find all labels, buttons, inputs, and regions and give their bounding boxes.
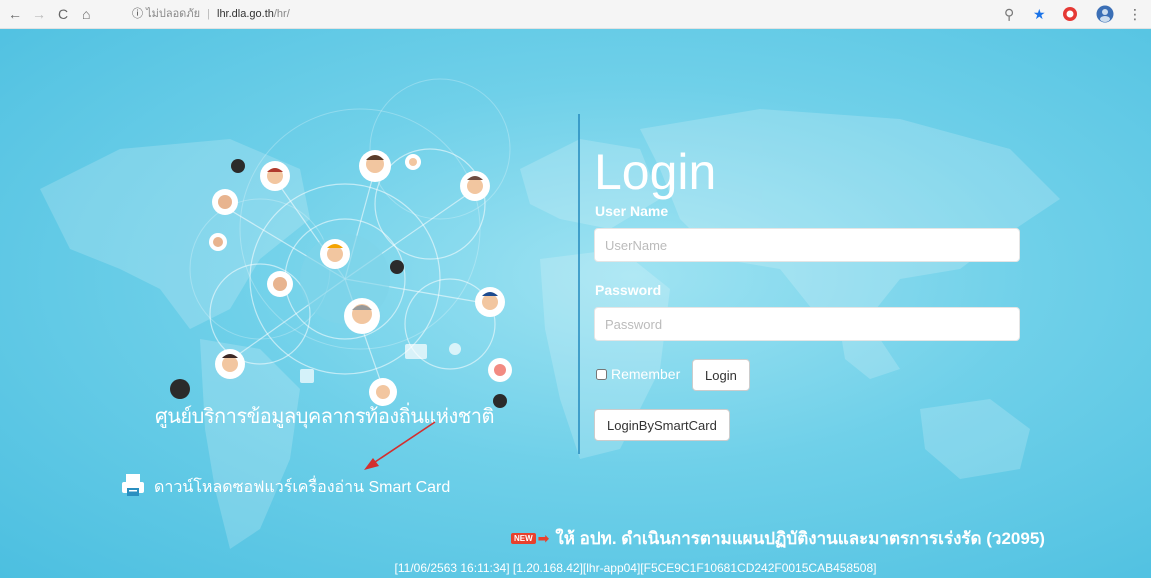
- zoom-icon[interactable]: ⚲: [1004, 5, 1014, 23]
- download-smartcard-link[interactable]: ดาวน์โหลดซอฟแวร์เครื่องอ่าน Smart Card: [120, 472, 450, 503]
- arrow-right-icon: ➡: [537, 530, 550, 546]
- download-smartcard-text: ดาวน์โหลดซอฟแวร์เครื่องอ่าน Smart Card: [154, 479, 451, 496]
- browser-menu-icon[interactable]: ⋮: [1128, 5, 1142, 23]
- login-button[interactable]: Login: [692, 359, 750, 391]
- bookmark-star-icon[interactable]: ★: [1033, 5, 1046, 23]
- login-title: Login: [594, 144, 717, 200]
- url-host: lhr.dla.go.th: [217, 8, 274, 20]
- home-icon[interactable]: ⌂: [82, 5, 90, 23]
- remember-checkbox-label[interactable]: Remember: [596, 366, 680, 382]
- username-input[interactable]: [594, 228, 1020, 262]
- remember-checkbox[interactable]: [596, 369, 607, 380]
- vertical-divider: [578, 114, 580, 454]
- login-smartcard-button[interactable]: LoginBySmartCard: [594, 409, 730, 441]
- url-separator: |: [207, 8, 210, 20]
- login-page: ศูนย์บริการข้อมูลบุคลากรท้องถิ่นแห่งชาติ…: [0, 29, 1151, 578]
- username-label: User Name: [595, 203, 669, 219]
- back-icon[interactable]: ←: [8, 5, 22, 23]
- insecure-label: ไม่ปลอดภัย: [146, 8, 201, 20]
- info-icon[interactable]: ⓘ: [132, 8, 143, 20]
- new-badge: NEW: [511, 533, 536, 544]
- forward-icon[interactable]: →: [32, 5, 46, 23]
- server-status-text: [11/06/2563 16:11:34] [1.20.168.42][lhr-…: [394, 561, 877, 575]
- extension-shield-icon[interactable]: [1062, 6, 1078, 26]
- profile-avatar-icon[interactable]: [1096, 5, 1114, 27]
- password-label: Password: [595, 282, 662, 298]
- address-bar[interactable]: ⓘ ไม่ปลอดภัย | lhr.dla.go.th/hr/: [132, 6, 290, 22]
- password-input[interactable]: [594, 307, 1020, 341]
- url-path: /hr/: [273, 8, 290, 20]
- news-text: ให้ อปท. ดำเนินการตามแผนปฏิบัติงานและมาต…: [555, 529, 1045, 548]
- card-reader-icon: [120, 472, 146, 503]
- remember-label: Remember: [611, 366, 681, 382]
- reload-icon[interactable]: C: [58, 5, 68, 23]
- news-announcement[interactable]: NEW ➡ ให้ อปท. ดำเนินการตามแผนปฏิบัติงานแล…: [511, 525, 1045, 552]
- browser-toolbar: ← → C ⌂ ⓘ ไม่ปลอดภัย | lhr.dla.go.th/hr/…: [0, 0, 1151, 29]
